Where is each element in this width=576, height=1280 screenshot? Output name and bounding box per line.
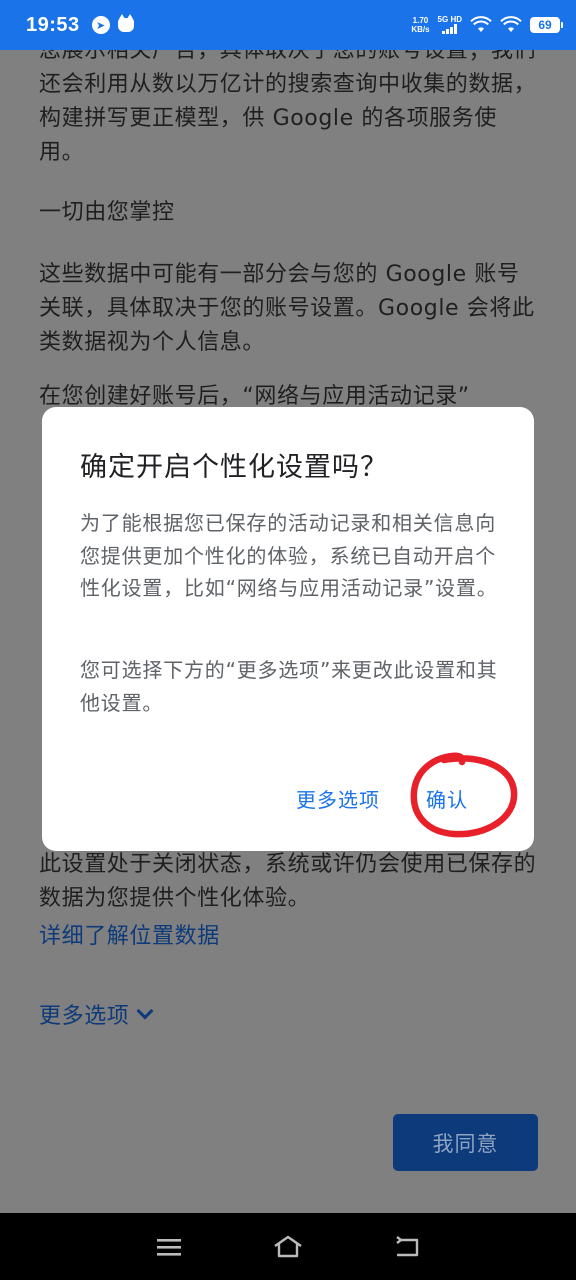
signal-label: 5G HD xyxy=(437,15,462,24)
more-options-label: 更多选项 xyxy=(39,1004,130,1029)
paragraph-personalization: 此设置处于关闭状态，系统或许仍会使用已保存的数据为您提供个性化体验。 xyxy=(39,852,537,911)
network-speed-unit: KB/s xyxy=(411,25,430,34)
chevron-down-icon xyxy=(136,1002,154,1020)
home-icon[interactable] xyxy=(272,1234,304,1260)
status-time: 19:53 xyxy=(26,13,80,36)
agree-button[interactable]: 我同意 xyxy=(393,1114,538,1171)
section-heading-control: 一切由您掌控 xyxy=(39,200,175,225)
confirm-button[interactable]: 确认 xyxy=(426,784,468,813)
wifi-icon xyxy=(470,16,492,32)
dialog-body-2: 您可选择下方的“更多选项”来更改此设置和其他设置。 xyxy=(80,658,498,715)
status-bar: 19:53 ➤ 1.70 KB/s 5G HD 69 xyxy=(0,0,576,50)
navigation-bar xyxy=(0,1213,576,1280)
paragraph-data-usage: 您展示相关广告，具体取决于您的账号设置；我们还会利用从数以万亿计的搜索查询中收集… xyxy=(39,38,537,165)
back-icon[interactable] xyxy=(391,1234,423,1260)
personalization-dialog: 确定开启个性化设置吗？ 为了能根据您已保存的活动记录和相关信息向您提供更加个性化… xyxy=(42,407,534,851)
more-options-button[interactable]: 更多选项 xyxy=(296,784,380,813)
learn-location-link[interactable]: 详细了解位置数据 xyxy=(39,918,220,950)
network-speed-value: 1.70 xyxy=(412,16,429,25)
dialog-title: 确定开启个性化设置吗？ xyxy=(80,452,388,483)
dialog-body-1: 为了能根据您已保存的活动记录和相关信息向您提供更加个性化的体验，系统已自动开启个… xyxy=(80,511,498,600)
paragraph-account-link: 这些数据中可能有一部分会与您的 Google 账号关联，具体取决于您的账号设置。… xyxy=(39,262,535,355)
signal-icon: 5G HD xyxy=(438,16,462,34)
network-speed: 1.70 KB/s xyxy=(411,16,429,34)
telegram-icon: ➤ xyxy=(91,16,110,34)
menu-icon[interactable] xyxy=(153,1234,185,1260)
cat-icon xyxy=(117,14,134,32)
wifi-icon xyxy=(500,16,522,32)
more-options-link[interactable]: 更多选项 xyxy=(39,998,154,1030)
battery-icon: 69 xyxy=(530,17,563,33)
